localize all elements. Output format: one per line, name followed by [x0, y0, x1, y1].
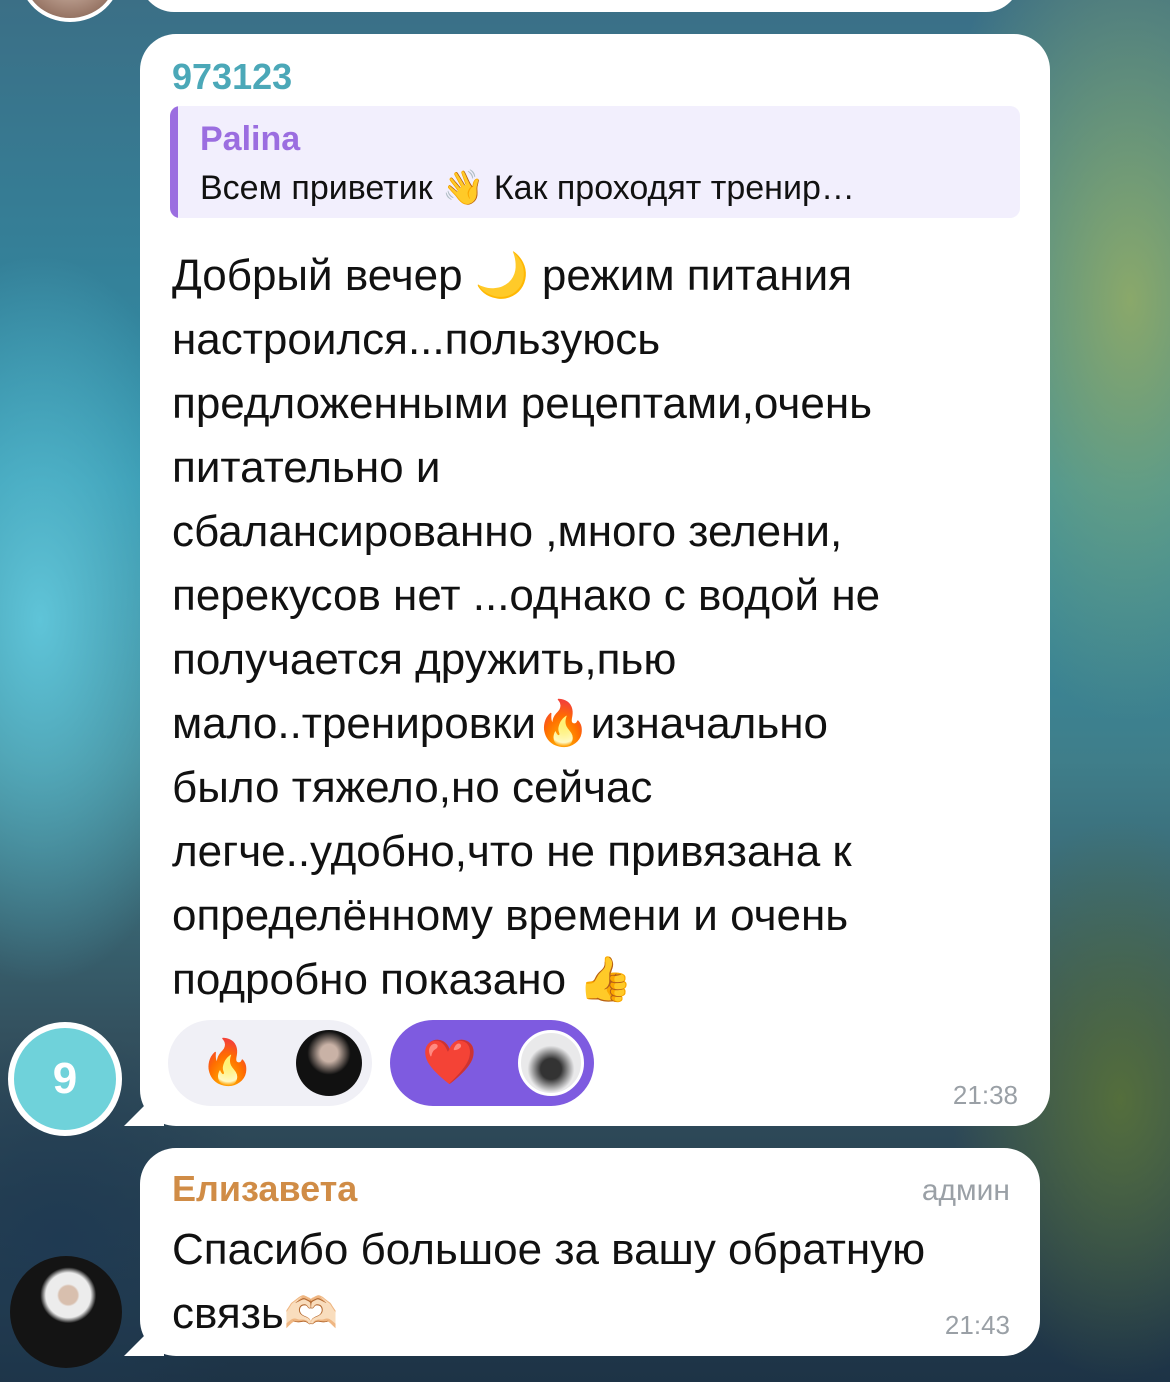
unread-badge[interactable]: 9: [8, 1022, 122, 1136]
reply-quote-bar: [170, 106, 178, 218]
previous-message-bubble[interactable]: [140, 0, 1020, 12]
reaction-heart[interactable]: ❤️: [390, 1020, 594, 1106]
admin-badge: админ: [921, 1174, 1010, 1207]
sender-avatar[interactable]: [10, 1256, 122, 1368]
reply-author: Palina: [200, 120, 301, 158]
message-bubble[interactable]: 973123 Palina Всем приветик 👋 Как проход…: [140, 34, 1050, 1126]
reaction-fire[interactable]: 🔥: [168, 1020, 372, 1106]
reply-text: Всем приветик 👋 Как проходят тренир…: [200, 169, 855, 207]
previous-sender-avatar[interactable]: [20, 0, 120, 22]
message-text: Спасибо большое за вашу обратную связь🫶🏻: [172, 1225, 926, 1338]
message-time: 21:38: [952, 1080, 1018, 1110]
message-text: Добрый вечер 🌙 режим питания настроился.…: [172, 251, 881, 1004]
fire-icon: 🔥: [200, 1038, 255, 1087]
heart-icon: ❤️: [422, 1038, 477, 1087]
reactor-avatar: [296, 1030, 362, 1096]
message-time: 21:43: [944, 1310, 1010, 1340]
reply-quote[interactable]: Palina Всем приветик 👋 Как проходят трен…: [170, 106, 1020, 218]
sender-name[interactable]: 973123: [172, 56, 292, 98]
reactor-avatar: [518, 1030, 584, 1096]
sender-name[interactable]: Елизавета: [172, 1168, 357, 1210]
message-bubble[interactable]: Елизавета админ Спасибо большое за вашу …: [140, 1148, 1040, 1356]
